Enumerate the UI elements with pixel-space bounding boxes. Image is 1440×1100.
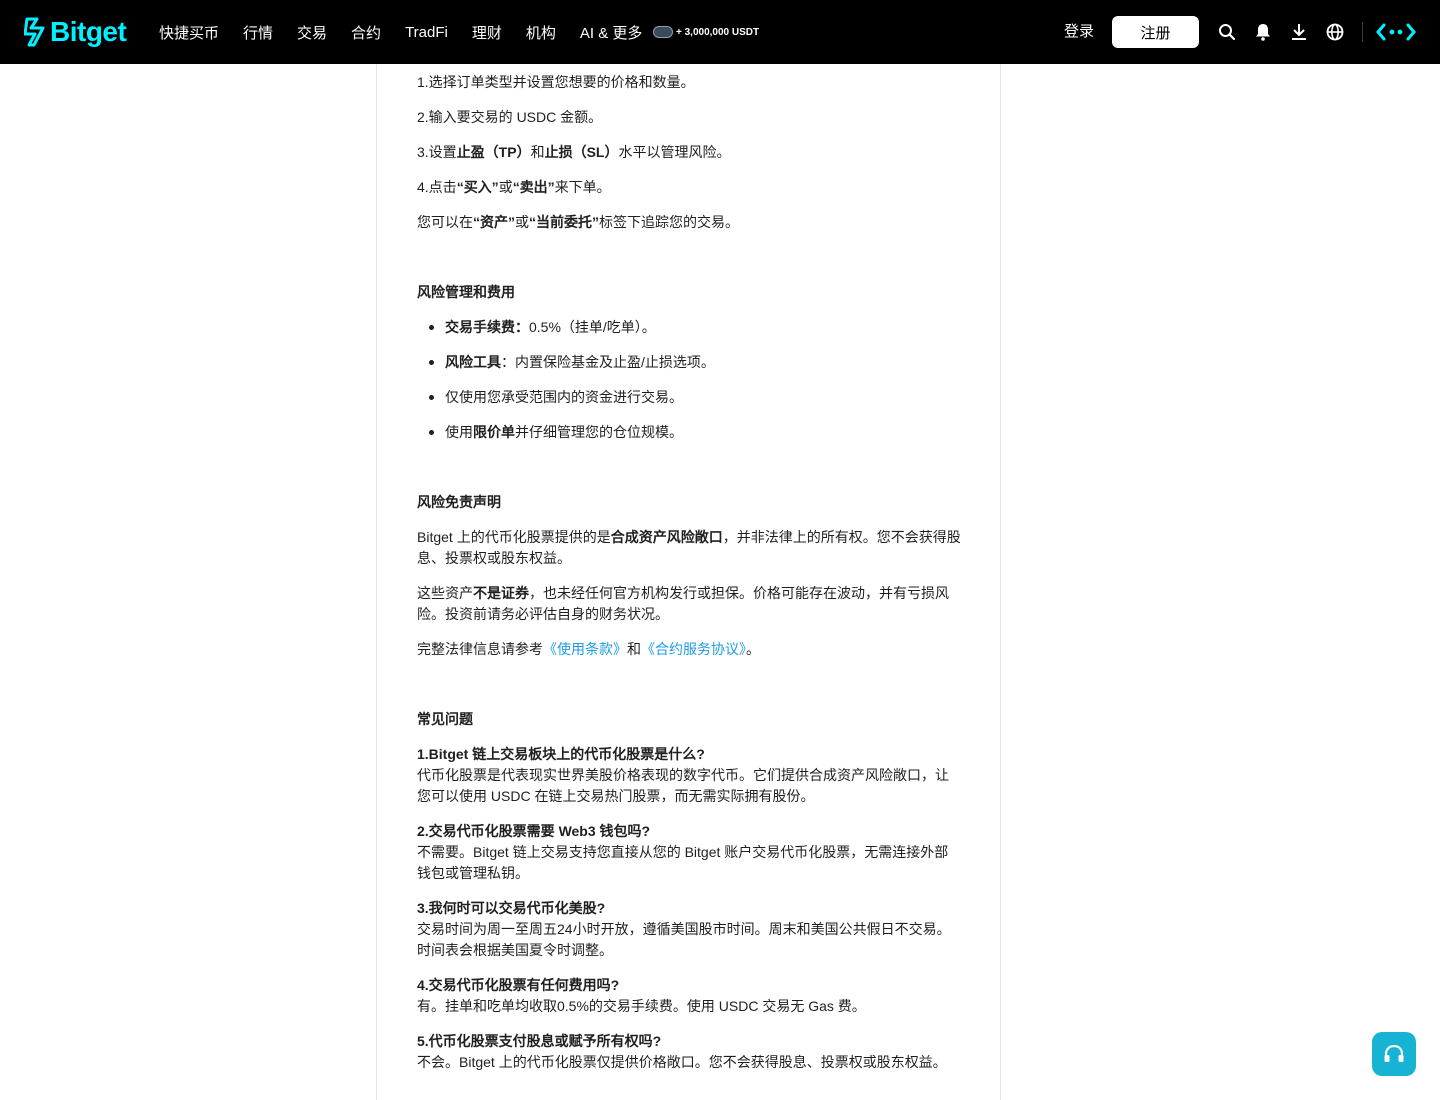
- faq-answer: 代币化股票是代表现实世界美股价格表现的数字代币。它们提供合成资产风险敞口，让您可…: [417, 767, 949, 804]
- promo-banner[interactable]: + 3,000,000 USDT: [653, 24, 759, 40]
- faq-question: 5.代币化股票支付股息或赋予所有权吗?: [417, 1033, 662, 1049]
- disclaimer-heading: 风险免责声明: [417, 494, 501, 510]
- navbar-divider: [1362, 22, 1363, 42]
- capital-bullet: 仅使用您承受范围内的资金进行交易。: [429, 387, 962, 408]
- step-3: 3.设置止盈（TP）和止损（SL）水平以管理风险。: [417, 144, 731, 160]
- nav-institutional[interactable]: 机构: [526, 22, 556, 43]
- customer-support-button[interactable]: [1372, 1032, 1416, 1076]
- step-1: 1.选择订单类型并设置您想要的价格和数量。: [417, 74, 695, 90]
- nav-ai-more[interactable]: AI & 更多: [580, 22, 643, 43]
- brand-name: Bitget: [50, 16, 127, 47]
- article-container: 1.选择订单类型并设置您想要的价格和数量。 2.输入要交易的 USDC 金额。 …: [376, 64, 1001, 1100]
- step-4: 4.点击“买入”或“卖出”来下单。: [417, 179, 611, 195]
- disclaimer-p2: 这些资产不是证券，也未经任何官方机构发行或担保。价格可能存在波动，并有亏损风险。…: [417, 585, 949, 622]
- step-2: 2.输入要交易的 USDC 金额。: [417, 109, 603, 125]
- main-nav: 快捷买币 行情 交易 合约 TradFi 理财 机构 AI & 更多: [159, 0, 666, 64]
- risk-heading: 风险管理和费用: [417, 284, 515, 300]
- faq-item: 3.我何时可以交易代币化美股? 交易时间为周一至周五24小时开放，遵循美国股市时…: [417, 898, 962, 961]
- nav-quick-buy[interactable]: 快捷买币: [159, 22, 219, 43]
- nav-markets[interactable]: 行情: [243, 22, 273, 43]
- bell-icon[interactable]: [1253, 22, 1273, 42]
- faq-item: 4.交易代币化股票有任何费用吗? 有。挂单和吃单均收取0.5%的交易手续费。使用…: [417, 975, 962, 1017]
- globe-icon[interactable]: [1325, 22, 1345, 42]
- risk-tools-bullet: 风险工具：内置保险基金及止盈/止损选项。: [429, 352, 962, 373]
- track-trades: 您可以在“资产”或“当前委托”标签下追踪您的交易。: [417, 214, 739, 230]
- login-link[interactable]: 登录: [1064, 22, 1094, 42]
- bitget-logo[interactable]: Bitget: [24, 15, 127, 49]
- promo-text: + 3,000,000 USDT: [676, 26, 760, 38]
- headset-icon: [1384, 1044, 1404, 1062]
- bitget-logo-icon: [24, 17, 45, 47]
- faq-answer: 有。挂单和吃单均收取0.5%的交易手续费。使用 USDC 交易无 Gas 费。: [417, 998, 866, 1014]
- faq-answer: 不会。Bitget 上的代币化股票仅提供价格敞口。您不会获得股息、投票权或股东权…: [417, 1054, 947, 1070]
- fee-bullet: 交易手续费：0.5%（挂单/吃单）。: [429, 317, 962, 338]
- faq-answer: 不需要。Bitget 链上交易支持您直接从您的 Bitget 账户交易代币化股票…: [417, 844, 949, 881]
- download-icon[interactable]: [1289, 22, 1309, 42]
- bitget-ai-icon[interactable]: [1376, 22, 1416, 42]
- top-navbar: Bitget 快捷买币 行情 交易 合约 TradFi 理财 机构 AI & 更…: [0, 0, 1440, 64]
- faq-answer: 交易时间为周一至周五24小时开放，遵循美国股市时间。周末和美国公共假日不交易。时…: [417, 921, 951, 958]
- disclaimer-p1: Bitget 上的代币化股票提供的是合成资产风险敞口，并非法律上的所有权。您不会…: [417, 529, 961, 566]
- nav-trade[interactable]: 交易: [297, 22, 327, 43]
- register-button[interactable]: 注册: [1112, 16, 1199, 48]
- nav-futures[interactable]: 合约: [351, 22, 381, 43]
- nav-tradfi[interactable]: TradFi: [405, 24, 448, 41]
- promo-badge-icon: [653, 26, 673, 38]
- faq-question: 2.交易代币化股票需要 Web3 钱包吗?: [417, 823, 651, 839]
- limit-order-bullet: 使用限价单并仔细管理您的仓位规模。: [429, 422, 962, 443]
- search-icon[interactable]: [1217, 22, 1237, 42]
- faq-heading: 常见问题: [417, 711, 473, 727]
- faq-question: 4.交易代币化股票有任何费用吗?: [417, 977, 620, 993]
- faq-item: 1.Bitget 链上交易板块上的代币化股票是什么? 代币化股票是代表现实世界美…: [417, 744, 962, 807]
- terms-of-use-link[interactable]: 《使用条款》: [543, 641, 627, 657]
- disclaimer-p3: 完整法律信息请参考《使用条款》和《合约服务协议》。: [417, 641, 760, 657]
- nav-earn[interactable]: 理财: [472, 22, 502, 43]
- faq-item: 2.交易代币化股票需要 Web3 钱包吗? 不需要。Bitget 链上交易支持您…: [417, 821, 962, 884]
- faq-question: 1.Bitget 链上交易板块上的代币化股票是什么?: [417, 746, 705, 762]
- futures-agreement-link[interactable]: 《合约服务协议》: [641, 641, 746, 657]
- faq-question: 3.我何时可以交易代币化美股?: [417, 900, 606, 916]
- faq-item: 5.代币化股票支付股息或赋予所有权吗? 不会。Bitget 上的代币化股票仅提供…: [417, 1031, 962, 1073]
